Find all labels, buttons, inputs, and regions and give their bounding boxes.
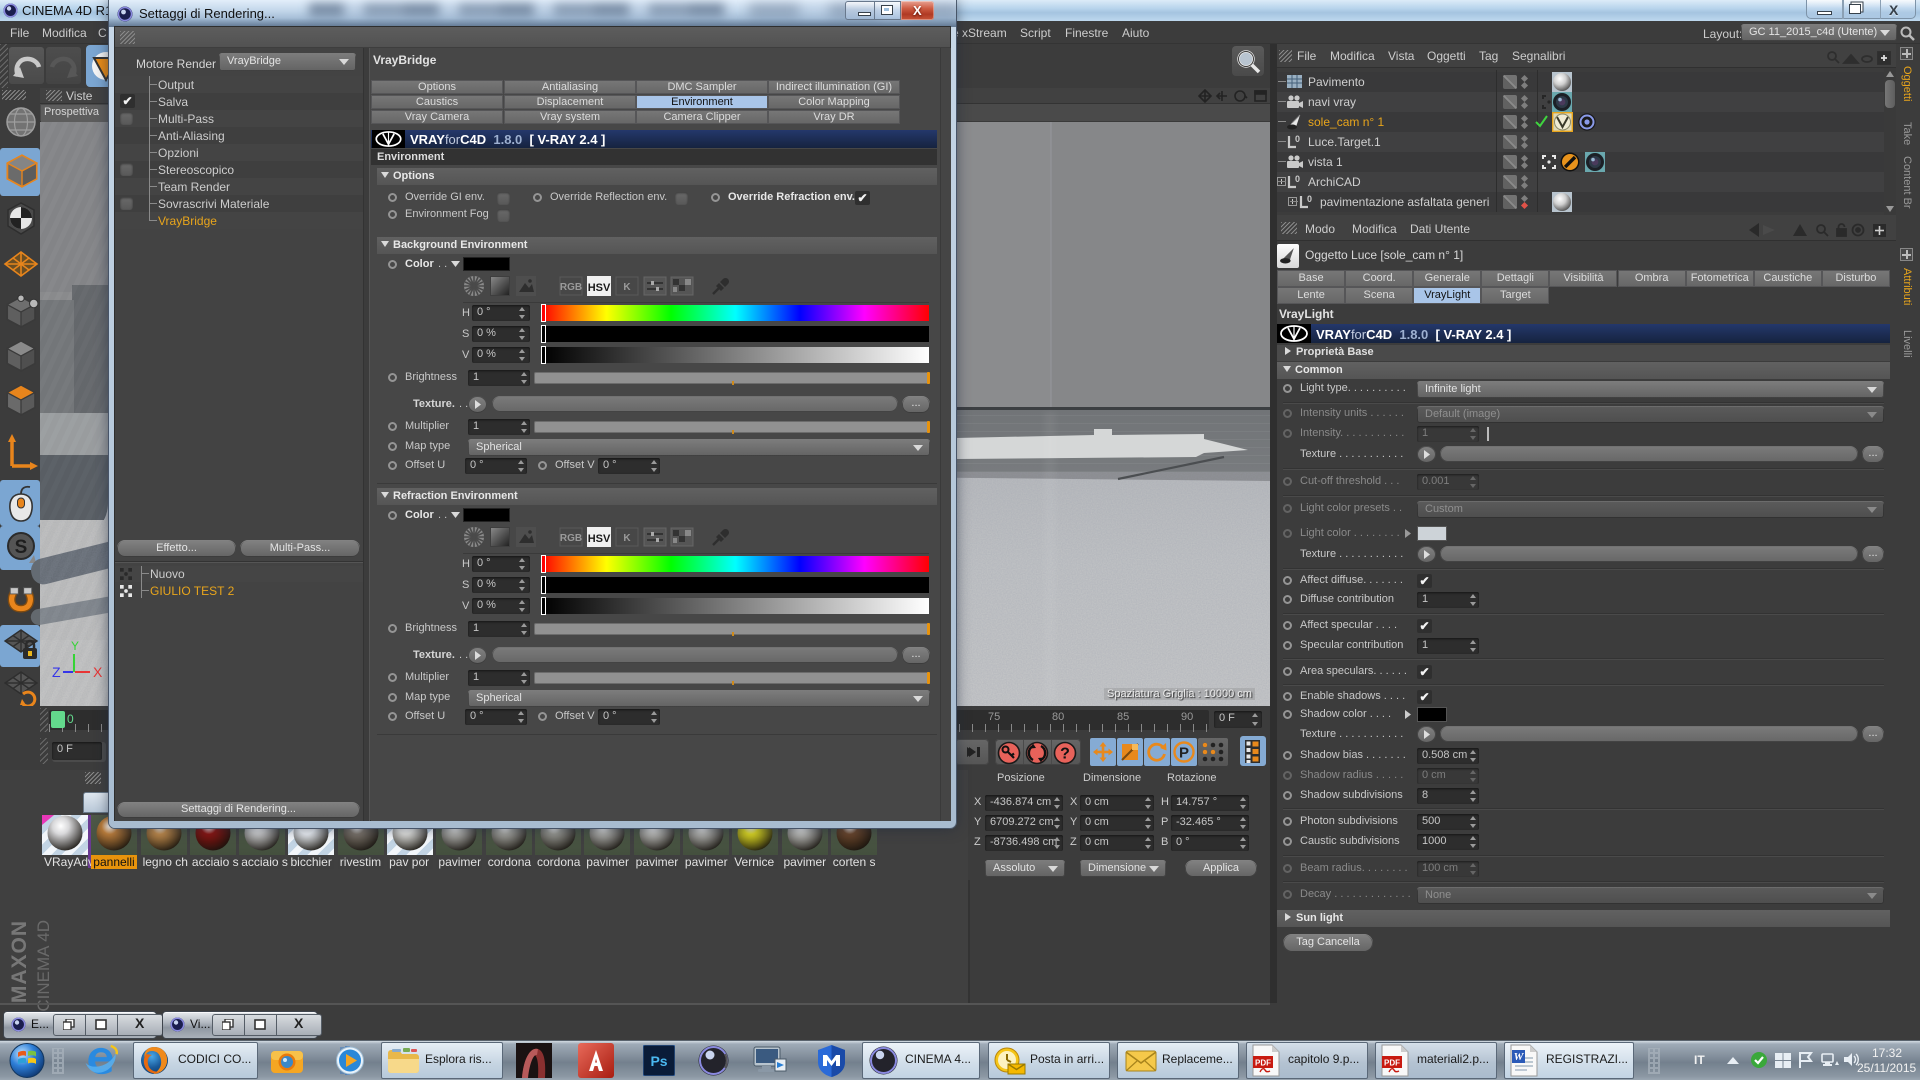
svg-text:Y: Y xyxy=(71,640,79,653)
svg-text:PDF: PDF xyxy=(1255,1059,1271,1068)
svg-text:X: X xyxy=(93,664,102,680)
svg-text:P: P xyxy=(1179,745,1189,762)
svg-text:K: K xyxy=(623,533,631,544)
svg-text:PDF: PDF xyxy=(1384,1059,1400,1068)
svg-text:0: 0 xyxy=(1307,194,1312,204)
svg-text:?: ? xyxy=(1060,746,1070,763)
svg-text:K: K xyxy=(623,282,631,293)
svg-text:W: W xyxy=(1514,1051,1525,1063)
svg-text:S: S xyxy=(15,537,28,558)
svg-text:Ps: Ps xyxy=(650,1053,667,1069)
svg-text:Z: Z xyxy=(52,664,61,680)
svg-text:RGB: RGB xyxy=(560,282,582,293)
svg-text:HSV: HSV xyxy=(588,282,611,294)
svg-text:RGB: RGB xyxy=(560,533,582,544)
svg-text:0: 0 xyxy=(1295,134,1300,144)
svg-text:HSV: HSV xyxy=(588,533,611,545)
svg-text:0: 0 xyxy=(1295,174,1300,184)
